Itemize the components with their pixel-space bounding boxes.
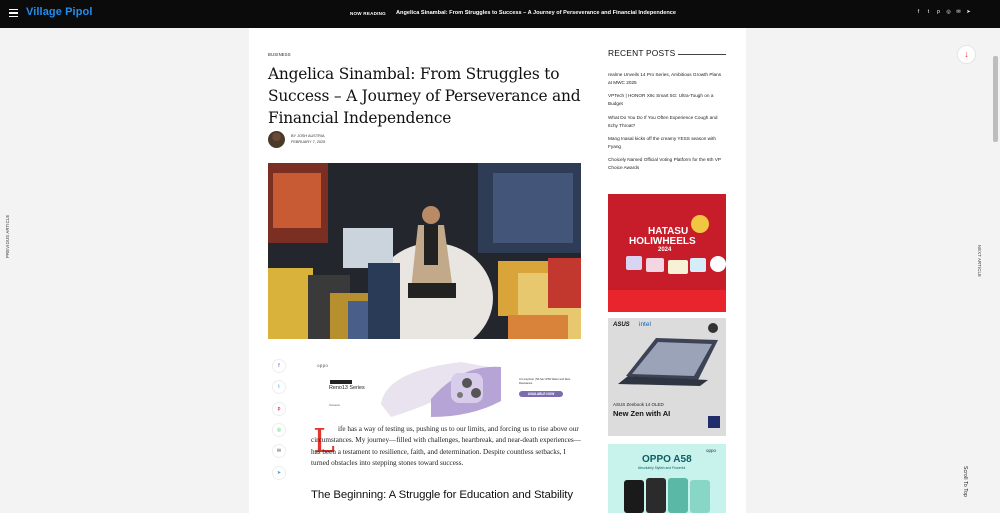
ad-features: AI Livephoto | 50-Sec IP69 Water and Dus…	[519, 378, 571, 385]
recent-post-item[interactable]: Mang Inasal kicks off the creamy YESS se…	[608, 135, 726, 150]
telegram-icon[interactable]: ➤	[966, 9, 971, 16]
article-paragraph: ife has a way of testing us, pushing us …	[311, 425, 581, 468]
hatasu-ad-art	[608, 194, 726, 312]
email-share-icon[interactable]: ✉	[272, 444, 286, 458]
top-navbar: Village Pipol NOW READING Angelica Sinam…	[0, 0, 1000, 28]
asus-zenbook-ad[interactable]: ASUS intel ASUS Zenbook 14 OLED New Zen …	[608, 318, 726, 436]
pinterest-icon[interactable]: p	[936, 9, 941, 16]
site-logo[interactable]: Village Pipol	[26, 6, 93, 18]
telegram-share-icon[interactable]: ➤	[272, 466, 286, 480]
phone-illustration	[381, 362, 501, 417]
twitter-share-icon[interactable]: t	[272, 380, 286, 394]
hatasu-holiwheels-ad[interactable]: HATASU HOLIWHEELS 2024	[608, 194, 726, 312]
page-scrollbar[interactable]	[993, 56, 998, 142]
hatasu-subtitle: HOLIWHEELS	[629, 236, 696, 247]
hatasu-year: 2024	[658, 247, 672, 253]
pinterest-share-icon[interactable]: p	[272, 402, 286, 416]
whatsapp-share-icon[interactable]: ◎	[272, 423, 286, 437]
title-divider	[678, 54, 726, 55]
facebook-icon[interactable]: f	[916, 9, 921, 16]
next-article-link[interactable]: NEXT ARTICLE	[977, 245, 982, 277]
scroll-to-top-link[interactable]: Scroll To Top	[962, 466, 968, 497]
recent-post-item[interactable]: VPTech | HONOR X9c Smart 5G: Ultra-Tough…	[608, 92, 726, 107]
recent-post-item[interactable]: What Do You Do If You Often Experience C…	[608, 114, 726, 129]
facebook-share-icon[interactable]: f	[272, 359, 286, 373]
hero-photo-illustration	[268, 163, 581, 339]
email-icon[interactable]: ✉	[956, 9, 961, 16]
available-now-button[interactable]: AVAILABLE NOW	[519, 391, 563, 397]
oppo-a58-phones	[624, 478, 710, 513]
now-reading-title[interactable]: Angelica Sinambal: From Struggles to Suc…	[396, 10, 676, 16]
recent-post-item[interactable]: Choicely Named Official Voting Platform …	[608, 156, 726, 171]
chevron-down-icon[interactable]: ↓	[957, 45, 976, 64]
oppo-a58-ad[interactable]: oppo OPPO A58 Absolutely Stylish and Pow…	[608, 444, 726, 513]
hamburger-menu-icon[interactable]	[9, 9, 18, 18]
article-title: Angelica Sinambal: From Struggles to Suc…	[268, 65, 581, 127]
previous-article-link[interactable]: PREVIOUS ARTICLE	[5, 215, 10, 258]
asus-product: ASUS Zenbook 14 OLED	[613, 402, 664, 407]
hero-image	[268, 163, 581, 339]
recent-post-item[interactable]: realme Unveils 14 Pro Series, Ambitious …	[608, 71, 726, 86]
laptop-illustration	[618, 323, 720, 428]
section-heading: The Beginning: A Struggle for Education …	[311, 489, 573, 501]
article-category[interactable]: BUSINESS	[268, 52, 291, 57]
article-date: FEBRUARY 7, 2025	[291, 140, 326, 144]
author-name[interactable]: BY JOSH AUSTRIA	[291, 134, 324, 138]
twitter-icon[interactable]: t	[926, 9, 931, 16]
author-avatar[interactable]	[268, 131, 285, 148]
now-reading-label: NOW READING	[350, 11, 386, 16]
content-card: BUSINESS Angelica Sinambal: From Struggl…	[249, 28, 746, 513]
asus-tagline: New Zen with AI	[613, 409, 671, 418]
recent-posts-title: RECENT POSTS	[608, 48, 676, 58]
oppo-reno-ad-banner[interactable]: oppo Reno13 Series Camera AI Livephoto |…	[311, 359, 583, 421]
whatsapp-icon[interactable]: ◎	[946, 9, 951, 16]
top-social-icons: f t p ◎ ✉ ➤	[916, 9, 971, 16]
